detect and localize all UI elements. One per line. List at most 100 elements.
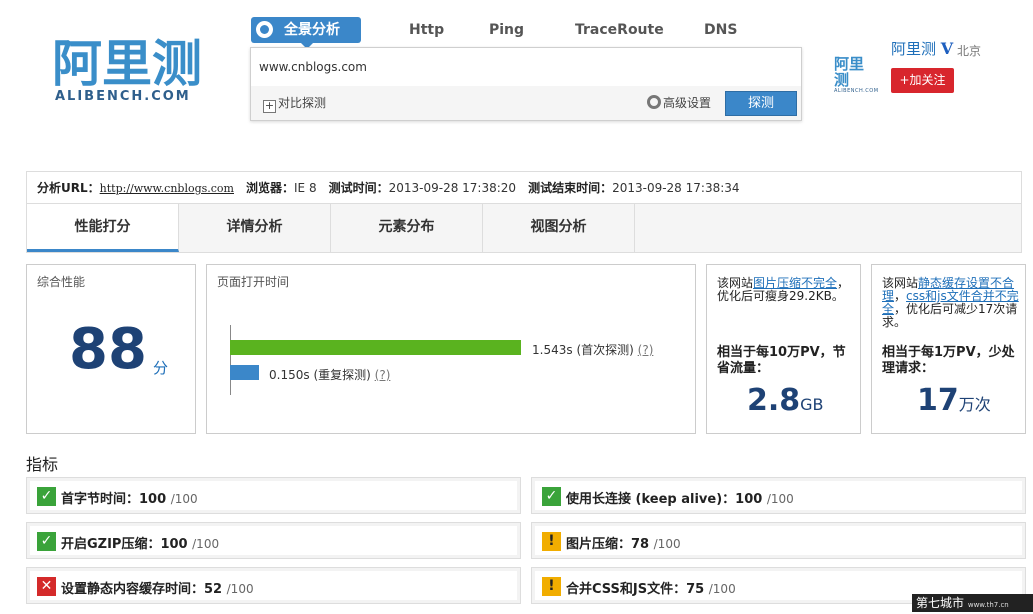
repeat-probe-value: 0.150s <box>269 368 310 382</box>
metric-max: /100 <box>170 492 198 506</box>
metric-name: 图片压缩： <box>566 537 632 552</box>
first-probe-bar <box>230 340 521 355</box>
watermark-text: 第七城市 <box>916 596 965 610</box>
compare-probe-toggle[interactable]: + 对比探测 <box>263 94 326 113</box>
site-watermark: 第七城市 www.th7.cn <box>912 594 1033 612</box>
probe-button[interactable]: 探测 <box>725 91 797 116</box>
cache-merge-tip-card: 该网站静态缓存设置不合理，css和js文件合并不完全，优化后可减少17次请求。 … <box>871 264 1026 434</box>
metric-max: /100 <box>653 537 681 551</box>
warning-icon: ! <box>542 577 561 596</box>
metric-static-cache[interactable]: ✕ 设置静态内容缓存时间：52 /100 <box>26 567 521 604</box>
check-icon: ✓ <box>542 487 561 506</box>
metric-gzip[interactable]: ✓ 开启GZIP压缩：100 /100 <box>26 522 521 559</box>
url-input[interactable] <box>251 48 801 86</box>
check-icon: ✓ <box>37 487 56 506</box>
tab-http[interactable]: Http <box>409 22 444 38</box>
tab-detail-analysis[interactable]: 详情分析 <box>179 204 331 252</box>
check-icon: ✓ <box>37 532 56 551</box>
tip2-text: 该网站静态缓存设置不合理，css和js文件合并不完全，优化后可减少17次请求。 <box>882 277 1020 329</box>
metric-score: 100 <box>160 537 188 552</box>
score-title: 综合性能 <box>37 275 86 289</box>
start-time-label: 测试时间： <box>328 181 389 195</box>
metric-name: 设置静态内容缓存时间： <box>61 582 205 597</box>
metric-max: /100 <box>226 582 254 596</box>
tip2-post: ，优化后可减少17次请求。 <box>882 302 1018 329</box>
result-tabs: 性能打分 详情分析 元素分布 视图分析 <box>26 203 1022 253</box>
tab-view-analysis[interactable]: 视图分析 <box>483 204 635 252</box>
tip1-figure: 2.8GB <box>747 383 824 418</box>
repeat-probe-bar <box>230 365 259 380</box>
tip1-subtitle: 相当于每10万PV，节省流量： <box>717 345 846 376</box>
tip2-subtitle: 相当于每1万PV，少处理请求： <box>882 345 1015 376</box>
end-time: 2013-09-28 17:38:34 <box>612 181 740 195</box>
tip2-unit: 万次 <box>958 395 991 414</box>
metric-label: 使用长连接 (keep alive)：100 /100 <box>566 488 794 507</box>
metric-max: /100 <box>766 492 794 506</box>
metric-score: 78 <box>631 537 650 552</box>
help-link[interactable]: (?) <box>375 368 391 382</box>
metric-score: 52 <box>204 582 223 597</box>
metric-score: 75 <box>686 582 705 597</box>
avatar-subtext: ALIBENCH.COM <box>834 88 879 94</box>
tab-performance-score[interactable]: 性能打分 <box>27 204 179 252</box>
error-icon: ✕ <box>37 577 56 596</box>
user-name[interactable]: 阿里测 V <box>891 38 953 59</box>
metric-name: 使用长连接 (keep alive)： <box>566 492 736 507</box>
verified-icon: V <box>940 39 954 58</box>
metric-name: 开启GZIP压缩： <box>61 537 161 552</box>
warning-icon: ! <box>542 532 561 551</box>
end-time-label: 测试结束时间： <box>528 181 613 195</box>
tip1-text: 该网站图片压缩不完全，优化后可瘦身29.2KB。 <box>717 277 855 303</box>
tab-element-distribution[interactable]: 元素分布 <box>331 204 483 252</box>
metric-score: 100 <box>735 492 763 507</box>
follow-button[interactable]: +加关注 <box>891 68 954 93</box>
image-compression-link[interactable]: 图片压缩不完全 <box>753 276 837 290</box>
metric-keep-alive[interactable]: ✓ 使用长连接 (keep alive)：100 /100 <box>531 477 1026 514</box>
tab-panorama-label: 全景分析 <box>284 22 340 38</box>
tip2-figure: 17万次 <box>917 383 991 418</box>
help-link[interactable]: (?) <box>638 343 654 357</box>
tip1-value: 2.8 <box>747 383 801 418</box>
advanced-settings-link[interactable]: 高级设置 <box>647 94 711 111</box>
tab-ping[interactable]: Ping <box>489 22 524 38</box>
tab-panorama[interactable]: 全景分析 <box>251 17 361 49</box>
metrics-section-title: 指标 <box>26 455 59 474</box>
alibench-logo[interactable]: 阿里测 ALIBENCH.COM <box>52 38 202 104</box>
compare-label: 对比探测 <box>278 96 327 110</box>
browser-value: IE 8 <box>294 181 317 195</box>
tip2-sep: ， <box>894 289 907 303</box>
tip1-pre: 该网站 <box>717 276 754 290</box>
plus-icon: + <box>263 99 276 113</box>
metric-max: /100 <box>708 582 736 596</box>
test-info-bar: 分析URL：http://www.cnblogs.com 浏览器：IE 8 测试时间… <box>26 171 1022 203</box>
user-avatar[interactable]: 阿里测 ALIBENCH.COM <box>834 56 878 94</box>
user-name-text: 阿里测 <box>891 40 937 58</box>
metric-image-compression[interactable]: ! 图片压缩：78 /100 <box>531 522 1026 559</box>
start-time: 2013-09-28 17:38:20 <box>388 181 517 195</box>
metric-label: 开启GZIP压缩：100 /100 <box>61 533 219 552</box>
repeat-probe-text: (重复探测) <box>313 368 371 382</box>
metric-name: 首字节时间： <box>61 492 140 507</box>
first-probe-text: (首次探测) <box>576 343 634 357</box>
tab-dns[interactable]: DNS <box>704 22 737 38</box>
metric-label: 首字节时间：100 /100 <box>61 488 198 507</box>
watermark-url: www.th7.cn <box>967 601 1009 609</box>
overall-score-card: 综合性能 88 分 <box>26 264 196 434</box>
analyzed-url[interactable]: http://www.cnblogs.com <box>100 182 234 195</box>
metric-ttfb[interactable]: ✓ 首字节时间：100 /100 <box>26 477 521 514</box>
tip1-unit: GB <box>800 395 824 414</box>
metric-label: 图片压缩：78 /100 <box>566 533 681 552</box>
metric-score: 100 <box>139 492 167 507</box>
logo-domain: ALIBENCH.COM <box>55 89 191 104</box>
tab-traceroute[interactable]: TraceRoute <box>575 22 664 38</box>
first-probe-value: 1.543s <box>532 343 573 357</box>
logo-text: 阿里测 <box>52 35 202 93</box>
score-value: 88 <box>69 317 147 382</box>
image-compression-tip-card: 该网站图片压缩不完全，优化后可瘦身29.2KB。 相当于每10万PV，节省流量：… <box>706 264 861 434</box>
browser-label: 浏览器： <box>246 181 295 195</box>
metric-label: 设置静态内容缓存时间：52 /100 <box>61 578 254 597</box>
gear-icon <box>647 95 661 109</box>
metric-max: /100 <box>192 537 220 551</box>
search-panel: +对比探测 高级设置 探测 <box>250 47 802 121</box>
avatar-text: 阿里测 <box>834 55 865 89</box>
